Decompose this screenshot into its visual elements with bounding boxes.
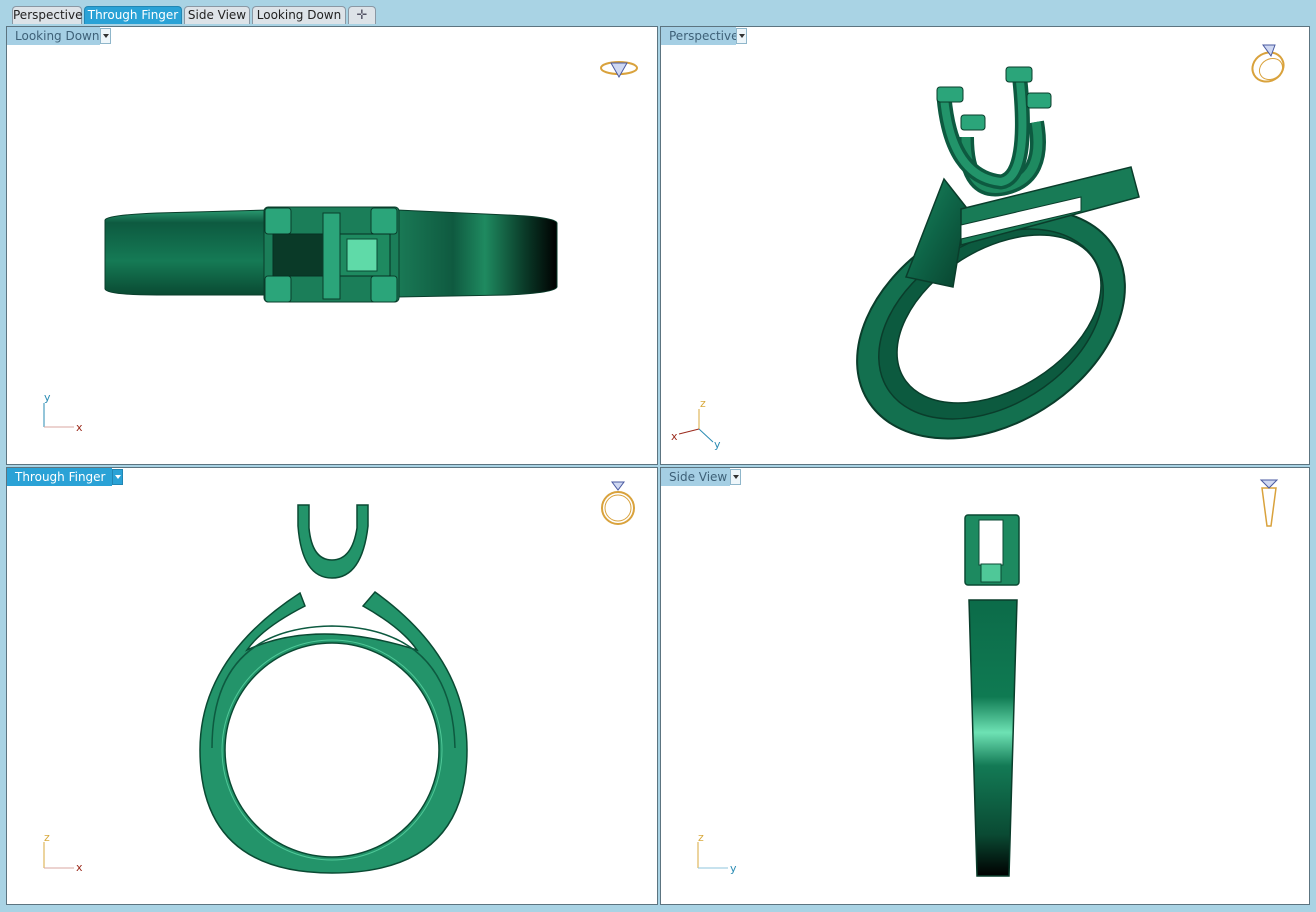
viewport-through-finger[interactable]: z x Through Finger	[6, 467, 658, 905]
viewport-looking-down[interactable]: y x Looking Down	[6, 26, 658, 465]
viewport-title-perspective[interactable]: Perspective	[661, 27, 739, 45]
perspective-scene: z x y	[671, 44, 1285, 451]
axis-label-y: y	[44, 391, 51, 404]
chevron-down-icon[interactable]	[736, 28, 747, 44]
viewport-perspective[interactable]: z x y Perspective	[660, 26, 1310, 465]
through-finger-scene: z x	[43, 481, 635, 874]
viewport-title-through-finger[interactable]: Through Finger	[7, 468, 112, 486]
tab-looking-down[interactable]: Looking Down	[252, 6, 346, 24]
chevron-down-icon[interactable]	[730, 469, 741, 485]
axis-label-z: z	[700, 397, 706, 410]
axis-label-x: x	[76, 421, 83, 434]
ring-top-view	[104, 206, 558, 303]
ring-front-view	[199, 504, 468, 874]
chevron-down-icon[interactable]	[100, 28, 111, 44]
ring-orientation-icon	[601, 481, 635, 525]
axis-label-z: z	[44, 831, 50, 844]
viewport-side-view[interactable]: z y Side View	[660, 467, 1310, 905]
viewport-tab-bar: Perspective Through Finger Side View Loo…	[0, 0, 1316, 26]
axis-indicator: z x	[43, 831, 83, 874]
ring-orientation-icon	[1251, 44, 1285, 83]
side-view-scene: z y	[697, 479, 1279, 877]
looking-down-scene: y x	[43, 61, 638, 434]
axis-indicator: z x y	[671, 397, 721, 451]
add-tab-button[interactable]: ✛	[348, 6, 376, 24]
ring-orientation-icon	[1259, 479, 1279, 527]
axis-label-y: y	[714, 438, 721, 451]
tab-side-view[interactable]: Side View	[184, 6, 250, 24]
viewport-title-side-view[interactable]: Side View	[661, 468, 730, 486]
chevron-down-icon[interactable]	[112, 469, 123, 485]
ring-perspective-view	[856, 66, 1140, 440]
axis-label-x: x	[671, 430, 678, 443]
ring-side-view	[964, 514, 1020, 877]
axis-label-x: x	[76, 861, 83, 874]
plus-icon: ✛	[356, 8, 368, 23]
ring-orientation-icon	[600, 61, 638, 79]
axis-label-z: z	[698, 831, 704, 844]
tab-perspective[interactable]: Perspective	[12, 6, 83, 24]
status-strip	[0, 905, 1316, 912]
viewport-title-looking-down[interactable]: Looking Down	[7, 27, 100, 45]
axis-indicator: y x	[43, 391, 83, 434]
tab-through-finger[interactable]: Through Finger	[84, 6, 182, 24]
axis-label-y: y	[730, 862, 737, 875]
axis-indicator: z y	[697, 831, 737, 875]
